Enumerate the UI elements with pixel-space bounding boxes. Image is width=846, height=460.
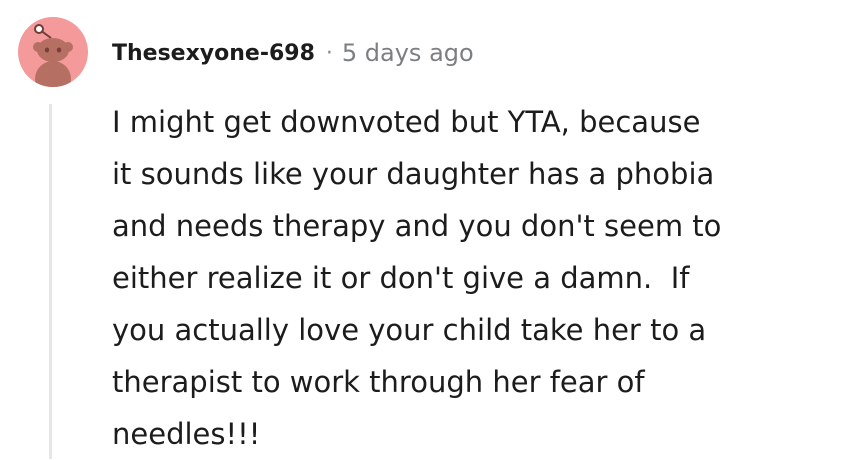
comment-timestamp[interactable]: 5 days ago <box>342 39 474 67</box>
comment-body: I might get downvoted but YTA, because i… <box>112 105 722 451</box>
comment-meta: Thesexyone-698 · 5 days ago <box>112 36 474 70</box>
user-avatar[interactable] <box>18 17 88 87</box>
snoo-avatar-icon <box>33 24 73 87</box>
thread-line[interactable] <box>49 104 52 459</box>
comment: Thesexyone-698 · 5 days ago I might get … <box>0 0 846 459</box>
username-link[interactable]: Thesexyone-698 <box>112 41 315 66</box>
meta-separator: · <box>325 40 333 66</box>
